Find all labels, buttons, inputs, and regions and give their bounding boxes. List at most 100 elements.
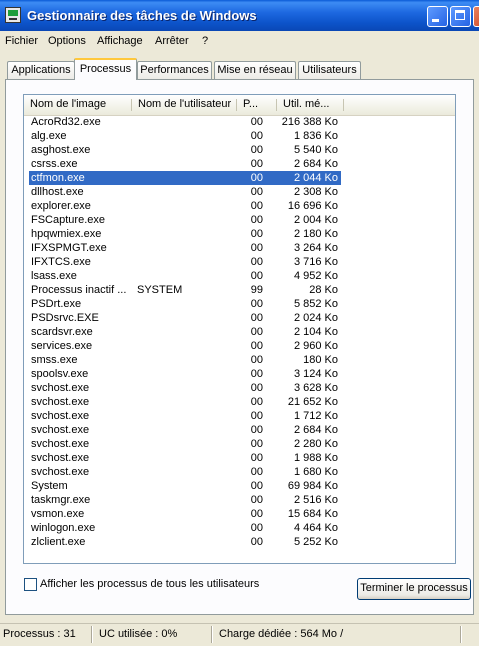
tab-bar: Applications Processus Performances Mise… — [0, 58, 479, 80]
process-row[interactable]: lsass.exe 00 4 952 Ko — [29, 269, 341, 283]
process-row[interactable]: System 00 69 984 Ko — [29, 479, 341, 493]
tab-applications[interactable]: Applications — [7, 61, 75, 79]
close-button[interactable] — [473, 6, 479, 27]
process-row[interactable]: AcroRd32.exe 00 216 388 Ko — [29, 115, 341, 129]
process-memory: 1 836 Ko — [293, 130, 338, 142]
process-row[interactable]: asghost.exe 00 5 540 Ko — [29, 143, 341, 157]
process-row[interactable]: svchost.exe 00 1 988 Ko — [29, 451, 341, 465]
process-row[interactable]: scardsvr.exe 00 2 104 Ko — [29, 325, 341, 339]
process-memory: 3 124 Ko — [293, 368, 338, 380]
tab-mise-en-reseau[interactable]: Mise en réseau — [214, 61, 296, 79]
process-memory: 2 684 Ko — [293, 424, 338, 436]
process-row[interactable]: dllhost.exe 00 2 308 Ko — [29, 185, 341, 199]
minimize-button[interactable] — [427, 6, 448, 27]
process-row[interactable]: FSCapture.exe 00 2 004 Ko — [29, 213, 341, 227]
process-row[interactable]: IFXSPMGT.exe 00 3 264 Ko — [29, 241, 341, 255]
process-memory: 2 180 Ko — [293, 228, 338, 240]
process-row[interactable]: PSDsrvc.EXE 00 2 024 Ko — [29, 311, 341, 325]
show-all-users-checkbox[interactable] — [24, 578, 37, 591]
menu-options[interactable]: Options — [48, 35, 86, 47]
process-memory: 2 004 Ko — [293, 214, 338, 226]
menu-fichier[interactable]: Fichier — [5, 35, 38, 47]
process-memory: 2 684 Ko — [293, 158, 338, 170]
process-memory: 1 712 Ko — [293, 410, 338, 422]
tab-utilisateurs[interactable]: Utilisateurs — [298, 61, 361, 79]
process-row[interactable]: csrss.exe 00 2 684 Ko — [29, 157, 341, 171]
process-row[interactable]: taskmgr.exe 00 2 516 Ko — [29, 493, 341, 507]
process-row[interactable]: svchost.exe 00 3 628 Ko — [29, 381, 341, 395]
process-row[interactable]: svchost.exe 00 21 652 Ko — [29, 395, 341, 409]
process-memory: 3 716 Ko — [293, 256, 338, 268]
process-name: svchost.exe — [31, 466, 90, 478]
process-memory: 3 264 Ko — [293, 242, 338, 254]
process-cpu: 00 — [250, 312, 263, 324]
process-row[interactable]: explorer.exe 00 16 696 Ko — [29, 199, 341, 213]
status-separator — [211, 626, 213, 643]
process-memory: 5 852 Ko — [293, 298, 338, 310]
process-row[interactable]: ctfmon.exe 00 2 044 Ko — [29, 171, 341, 185]
status-separator — [91, 626, 93, 643]
status-commit-charge: Charge dédiée : 564 Mo / — [219, 628, 344, 640]
process-memory: 3 628 Ko — [293, 382, 338, 394]
process-name: IFXSPMGT.exe — [31, 242, 107, 254]
process-cpu: 99 — [250, 284, 263, 296]
process-row[interactable]: smss.exe 00 180 Ko — [29, 353, 341, 367]
process-name: zlclient.exe — [31, 536, 86, 548]
process-cpu: 00 — [250, 410, 263, 422]
process-memory: 2 960 Ko — [293, 340, 338, 352]
process-cpu: 00 — [250, 508, 263, 520]
process-cpu: 00 — [250, 354, 263, 366]
menu-affichage[interactable]: Affichage — [97, 35, 143, 47]
show-all-users-label[interactable]: Afficher les processus de tous les utili… — [40, 578, 259, 590]
process-cpu: 00 — [250, 214, 263, 226]
process-row[interactable]: vsmon.exe 00 15 684 Ko — [29, 507, 341, 521]
process-row[interactable]: IFXTCS.exe 00 3 716 Ko — [29, 255, 341, 269]
process-row[interactable]: PSDrt.exe 00 5 852 Ko — [29, 297, 341, 311]
maximize-button[interactable] — [450, 6, 471, 27]
process-name: scardsvr.exe — [31, 326, 93, 338]
process-row[interactable]: alg.exe 00 1 836 Ko — [29, 129, 341, 143]
column-header-memory[interactable]: Util. mé... — [277, 95, 344, 114]
column-header-user-name[interactable]: Nom de l'utilisateur — [132, 95, 237, 114]
process-cpu: 00 — [250, 144, 263, 156]
column-header-cpu[interactable]: P... — [237, 95, 277, 114]
process-memory: 4 952 Ko — [293, 270, 338, 282]
process-cpu: 00 — [250, 452, 263, 464]
process-cpu: 00 — [250, 116, 263, 128]
tab-performances[interactable]: Performances — [137, 61, 212, 79]
process-row[interactable]: winlogon.exe 00 4 464 Ko — [29, 521, 341, 535]
menu-arreter[interactable]: Arrêter — [155, 35, 189, 47]
minimize-icon — [432, 19, 439, 22]
process-name: svchost.exe — [31, 382, 90, 394]
process-name: svchost.exe — [31, 438, 90, 450]
process-cpu: 00 — [250, 438, 263, 450]
process-list[interactable]: Nom de l'image Nom de l'utilisateur P...… — [23, 94, 456, 564]
end-process-button[interactable]: Terminer le processus — [357, 578, 471, 600]
process-row[interactable]: services.exe 00 2 960 Ko — [29, 339, 341, 353]
process-row[interactable]: svchost.exe 00 1 712 Ko — [29, 409, 341, 423]
column-header-filler — [344, 95, 455, 114]
process-row[interactable]: Processus inactif ... SYSTEM 99 28 Ko — [29, 283, 341, 297]
process-row[interactable]: spoolsv.exe 00 3 124 Ko — [29, 367, 341, 381]
column-header-image-name[interactable]: Nom de l'image — [24, 95, 132, 114]
process-row[interactable]: zlclient.exe 00 5 252 Ko — [29, 535, 341, 549]
process-row[interactable]: svchost.exe 00 2 684 Ko — [29, 423, 341, 437]
process-name: svchost.exe — [31, 396, 90, 408]
process-row[interactable]: hpqwmiex.exe 00 2 180 Ko — [29, 227, 341, 241]
process-cpu: 00 — [250, 536, 263, 548]
process-cpu: 00 — [250, 158, 263, 170]
process-memory: 69 984 Ko — [287, 480, 338, 492]
process-row[interactable]: svchost.exe 00 2 280 Ko — [29, 437, 341, 451]
process-name: alg.exe — [31, 130, 67, 142]
process-cpu: 00 — [250, 368, 263, 380]
tab-processus[interactable]: Processus — [74, 58, 137, 80]
process-row[interactable]: svchost.exe 00 1 680 Ko — [29, 465, 341, 479]
menu-help[interactable]: ? — [202, 35, 208, 47]
process-cpu: 00 — [250, 424, 263, 436]
title-bar[interactable]: Gestionnaire des tâches de Windows — [0, 0, 479, 31]
process-cpu: 00 — [250, 256, 263, 268]
process-memory: 28 Ko — [309, 284, 338, 296]
process-memory: 5 540 Ko — [293, 144, 338, 156]
menu-bar: Fichier Options Affichage Arrêter ? — [0, 32, 479, 51]
process-memory: 2 044 Ko — [293, 172, 338, 184]
